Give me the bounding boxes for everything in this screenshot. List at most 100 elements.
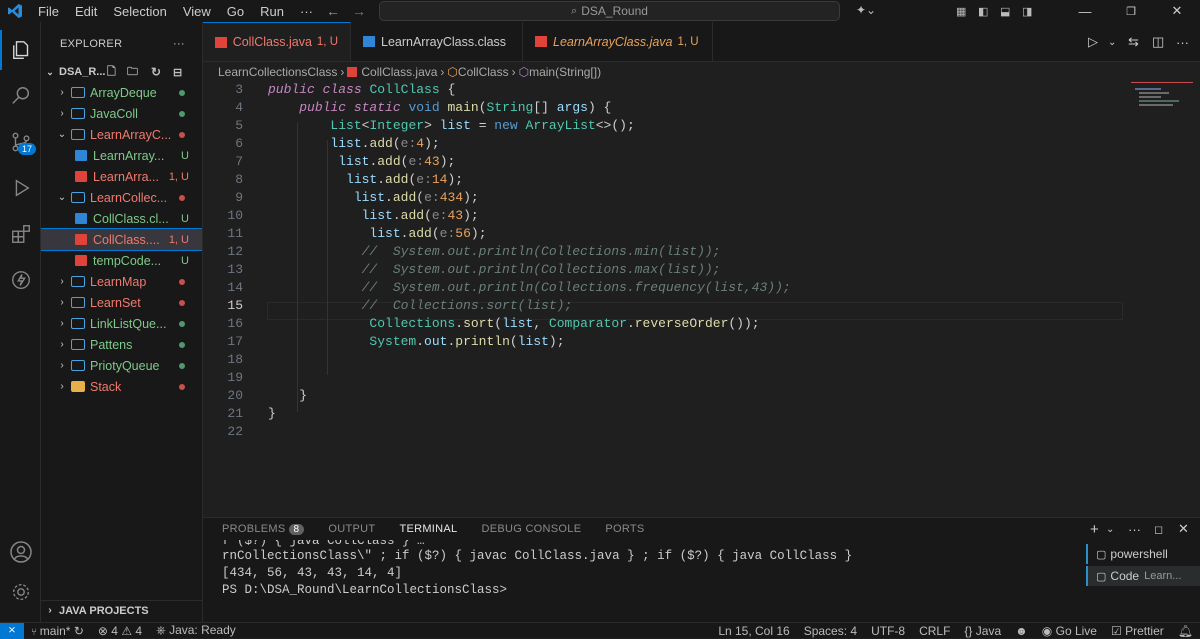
tree-item[interactable]: CollClass.... 1, U <box>41 228 202 251</box>
new-terminal-icon[interactable]: + <box>1090 521 1106 538</box>
live-share-icon[interactable] <box>0 260 41 300</box>
tree-item[interactable]: › LinkListQue... <box>41 313 202 334</box>
chevron-right-icon: › <box>60 297 64 308</box>
java-status[interactable]: ⎈ Java: Ready <box>149 623 243 638</box>
editor-tab[interactable]: CollClass.java 1, U <box>203 22 351 61</box>
tree-item[interactable]: › LearnSet <box>41 292 202 313</box>
panel-tab-label: DEBUG CONSOLE <box>481 523 582 535</box>
git-status-badge: 1, U <box>168 170 189 183</box>
extensions-icon[interactable] <box>0 214 41 254</box>
chevron-right-icon: › <box>60 276 64 287</box>
compare-icon[interactable]: ⇆ <box>1128 34 1152 50</box>
account-icon[interactable] <box>0 532 41 572</box>
copilot-icon[interactable]: ✦⌄ <box>856 3 876 17</box>
tree-item[interactable]: › ArrayDeque <box>41 82 202 103</box>
more-editor-icon[interactable]: ··· <box>1176 35 1200 50</box>
menu-item[interactable]: View <box>175 4 219 19</box>
tree-item[interactable]: ⌄ LearnArrayC... <box>41 124 202 145</box>
line-number: 6 <box>235 136 243 151</box>
menu-item[interactable]: ··· <box>292 4 321 19</box>
cursor-position[interactable]: Ln 15, Col 16 <box>711 624 796 638</box>
prettier[interactable]: ☑ Prettier <box>1104 624 1171 638</box>
go-live[interactable]: ◉ Go Live <box>1035 624 1104 638</box>
tree-item-label: Pattens <box>90 337 133 352</box>
panel-tab[interactable]: DEBUG CONSOLE <box>481 523 581 535</box>
new-folder-icon[interactable]: 🗀 <box>127 63 138 82</box>
close-panel-icon[interactable]: ✕ <box>1178 521 1194 537</box>
branch-item[interactable]: ⑂ main* ↻ <box>24 624 91 638</box>
collapse-all-icon[interactable]: ⊟ <box>173 66 182 79</box>
editor-tab[interactable]: LearnArrayClass.class <box>351 22 523 61</box>
breadcrumb-item[interactable]: main(String[]) <box>529 65 601 79</box>
toggle-secondary-icon[interactable]: ◨ <box>1022 5 1062 18</box>
tree-item[interactable]: › PriotyQueue <box>41 355 202 376</box>
java-projects-section[interactable]: › JAVA PROJECTS <box>41 600 202 620</box>
breadcrumb-item[interactable]: CollClass.java <box>361 65 437 79</box>
panel-tab[interactable]: TERMINAL <box>399 523 457 535</box>
layout-icon[interactable]: ▦ <box>956 5 978 18</box>
remote-icon[interactable]: ⨯ <box>0 622 24 639</box>
run-dropdown-icon[interactable]: ⌄ <box>1108 37 1128 48</box>
manage-gear-icon[interactable] <box>0 572 41 612</box>
close-icon[interactable]: ✕ <box>1154 3 1200 19</box>
breadcrumb-item[interactable]: LearnCollectionsClass <box>218 65 337 79</box>
tree-item[interactable]: › JavaColl <box>41 103 202 124</box>
tree-item[interactable]: › LearnMap <box>41 271 202 292</box>
toggle-sidebar-icon[interactable]: ◧ <box>978 5 1000 18</box>
breadcrumb-item[interactable]: CollClass <box>458 65 509 79</box>
chevron-down-icon: ⌄ <box>46 66 54 77</box>
chevron-right-icon: › <box>60 360 64 371</box>
problems-item[interactable]: ⊗ 4 ⚠ 4 <box>91 624 149 638</box>
terminal-instance[interactable]: ▢ powershell <box>1086 544 1200 564</box>
problems-count-badge: 8 <box>288 524 305 535</box>
command-center-search[interactable]: ⌕ DSA_Round <box>379 1 840 21</box>
terminal-dropdown-icon[interactable]: ⌄ <box>1106 524 1128 535</box>
terminal-output[interactable]: f ($?) { java CollClass } … rnCollections… <box>222 540 1082 600</box>
maximize-panel-icon[interactable]: ◻ <box>1154 523 1178 536</box>
refresh-icon[interactable]: ↻ <box>151 65 161 79</box>
source-control-icon[interactable]: 17 <box>0 122 41 162</box>
panel-tab[interactable]: PROBLEMS 8 <box>222 523 305 535</box>
panel-tab-label: PROBLEMS <box>222 523 286 535</box>
terminal-instance[interactable]: ▢ Code Learn... <box>1086 566 1200 586</box>
toggle-panel-icon[interactable]: ⬓ <box>1000 5 1022 18</box>
run-icon[interactable]: ▷ <box>1088 34 1108 50</box>
menu-item[interactable]: Run <box>252 4 292 19</box>
explorer-icon[interactable] <box>0 30 41 70</box>
status-dot-icon <box>179 89 185 96</box>
tree-item[interactable]: CollClass.cl... U <box>41 208 202 229</box>
eol[interactable]: CRLF <box>912 624 957 638</box>
tree-item[interactable]: ⌄ LearnCollec... <box>41 187 202 208</box>
menu-item[interactable]: Go <box>219 4 252 19</box>
status-dot-icon <box>179 278 185 285</box>
new-file-icon[interactable]: 🗋 <box>107 63 116 82</box>
copilot-status-icon[interactable]: ☻ <box>1008 624 1035 638</box>
tree-item[interactable]: › Stack <box>41 376 202 397</box>
panel-more-icon[interactable]: ··· <box>1128 522 1154 537</box>
panel-tab[interactable]: OUTPUT <box>328 523 375 535</box>
nav-forward-icon[interactable]: → <box>352 3 366 19</box>
more-actions-icon[interactable]: ··· <box>173 38 185 50</box>
workspace-root[interactable]: ⌄ DSA_R... 🗋 🗀 ↻ ⊟ <box>41 62 202 82</box>
editor-tab[interactable]: LearnArrayClass.java 1, U <box>523 22 713 61</box>
tree-item[interactable]: › Pattens <box>41 334 202 355</box>
notifications-bell-icon[interactable]: 🔔︎ <box>1171 624 1200 638</box>
nav-back-icon[interactable]: ← <box>326 3 340 19</box>
split-editor-icon[interactable]: ◫ <box>1152 34 1176 50</box>
window-controls: ▦ ◧ ⬓ ◨ — ❐ ✕ <box>956 0 1200 22</box>
encoding[interactable]: UTF-8 <box>864 624 912 638</box>
terminal-line: rnCollectionsClass\" ; if ($?) { javac C… <box>222 549 853 563</box>
menu-item[interactable]: File <box>30 4 67 19</box>
tree-item[interactable]: LearnArra... 1, U <box>41 166 202 187</box>
tree-item[interactable]: tempCode... U <box>41 250 202 271</box>
panel-tab[interactable]: PORTS <box>605 523 644 535</box>
menu-item[interactable]: Selection <box>105 4 174 19</box>
restore-icon[interactable]: ❐ <box>1108 5 1154 18</box>
language-mode[interactable]: {} Java <box>957 624 1008 638</box>
run-debug-icon[interactable] <box>0 168 41 208</box>
tree-item[interactable]: LearnArray... U <box>41 145 202 166</box>
search-activity-icon[interactable] <box>0 76 41 116</box>
menu-item[interactable]: Edit <box>67 4 105 19</box>
minimize-icon[interactable]: — <box>1062 4 1108 19</box>
indentation[interactable]: Spaces: 4 <box>797 624 864 638</box>
